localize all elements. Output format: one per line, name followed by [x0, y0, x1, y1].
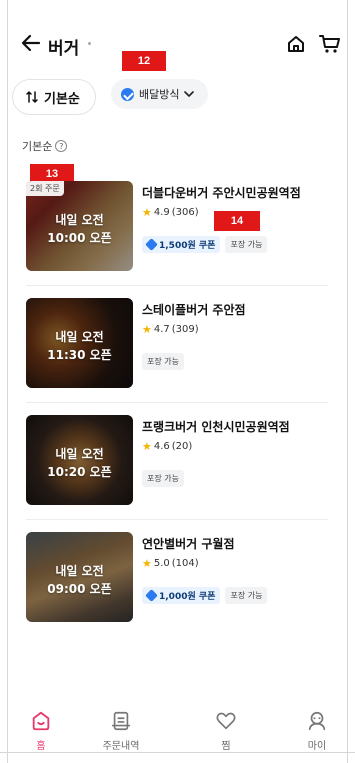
open-day: 내일 오전 [55, 564, 104, 578]
packaging-tag: 포장 가능 [142, 353, 184, 370]
store-tags: 포장 가능 [142, 470, 184, 487]
star-icon: ★ [142, 206, 152, 219]
coupon-tag: 1,500원 쿠폰 [142, 236, 221, 253]
rating-value: 4.7 [153, 324, 170, 335]
profile-icon [308, 711, 326, 731]
store-tags: 1,000원 쿠폰 포장 가능 [142, 587, 268, 604]
coupon-text: 1,000원 쿠폰 [159, 592, 216, 602]
store-thumbnail: 내일 오전 11:30 오픈 [26, 298, 133, 388]
delivery-check-icon [121, 87, 134, 101]
store-item[interactable]: 내일 오전 09:00 오픈 연안별버거 구월점 ★ 5.0 (104) 1,0… [8, 521, 347, 631]
coupon-icon [145, 238, 158, 251]
home-tab-icon [32, 711, 50, 731]
store-thumbnail: 2회 주문 내일 오전 10:00 오픈 [26, 181, 133, 271]
title-cursor-mark [88, 42, 91, 45]
star-icon: ★ [142, 323, 152, 336]
store-rating: ★ 4.6 (20) [142, 440, 192, 453]
store-rating: ★ 5.0 (104) [142, 557, 199, 570]
store-thumbnail: 내일 오전 09:00 오픈 [26, 532, 133, 622]
nav-tab-wishlist[interactable]: 찜 [196, 700, 256, 752]
home-icon [288, 36, 304, 52]
review-count: (20) [171, 441, 193, 452]
open-time: 11:30 오픈 [47, 348, 112, 362]
open-time: 09:00 오픈 [47, 582, 112, 596]
sort-section-label: 기본순 ? [22, 138, 68, 154]
frame-right-border [347, 0, 348, 763]
nav-label: 주문내역 [102, 741, 140, 752]
help-icon[interactable]: ? [55, 140, 68, 152]
coupon-tag: 1,000원 쿠폰 [142, 587, 221, 604]
review-count: (309) [171, 324, 199, 335]
receipt-icon [111, 711, 131, 731]
chevron-down-icon [184, 91, 195, 97]
rating-value: 4.9 [153, 207, 170, 218]
page-title: 버거 [48, 39, 80, 59]
store-name: 더블다운버거 주안시민공원역점 [142, 186, 301, 200]
store-rating: ★ 4.7 (309) [142, 323, 199, 336]
list-divider [26, 402, 328, 403]
annotation-badge: 12 [122, 51, 166, 71]
list-divider [26, 285, 328, 286]
nav-tab-home[interactable]: 홈 [11, 700, 71, 752]
review-count: (306) [171, 207, 199, 218]
store-tags: 1,500원 쿠폰 포장 가능 [142, 236, 268, 253]
coupon-icon [145, 589, 158, 602]
app-header: 버거 [8, 26, 347, 62]
cart-icon [319, 35, 340, 53]
packaging-tag: 포장 가능 [225, 236, 268, 253]
delivery-chip-label: 배달방식 [139, 88, 180, 101]
packaging-tag: 포장 가능 [142, 470, 184, 487]
arrow-left-icon [21, 34, 41, 52]
rating-value: 5.0 [153, 558, 170, 569]
nav-label: 홈 [36, 741, 46, 752]
open-day: 내일 오전 [55, 213, 104, 227]
sort-arrows-icon [26, 91, 38, 103]
order-count-tag: 2회 주문 [26, 181, 64, 196]
store-item[interactable]: 내일 오전 11:30 오픈 스테이플버거 주안점 ★ 4.7 (309) 포장… [8, 287, 347, 397]
store-name: 스테이플버거 주안점 [142, 303, 246, 317]
open-time: 10:20 오픈 [47, 465, 112, 479]
nav-label: 찜 [221, 741, 231, 752]
store-name: 연안별버거 구월점 [142, 537, 235, 551]
open-time-text: 내일 오전 09:00 오픈 [26, 562, 133, 598]
open-day: 내일 오전 [55, 447, 104, 461]
store-name: 프랭크버거 인천시민공원역점 [142, 420, 290, 434]
frame-bottom-border [0, 752, 355, 753]
sort-label-text: 기본순 [22, 140, 53, 153]
delivery-method-chip[interactable]: 배달방식 [111, 79, 208, 109]
coupon-text: 1,500원 쿠폰 [159, 241, 216, 251]
star-icon: ★ [142, 557, 152, 570]
open-day: 내일 오전 [55, 330, 104, 344]
store-thumbnail: 내일 오전 10:20 오픈 [26, 415, 133, 505]
list-divider [26, 519, 328, 520]
sort-filter-chip[interactable]: 기본순 [12, 79, 96, 115]
open-time-text: 내일 오전 10:00 오픈 [26, 211, 133, 247]
bottom-nav: 홈 주문내역 찜 마이 [8, 700, 347, 752]
nav-tab-my[interactable]: 마이 [287, 700, 347, 752]
store-item[interactable]: 2회 주문 내일 오전 10:00 오픈 더블다운버거 주안시민공원역점 ★ 4… [8, 170, 347, 280]
heart-icon [216, 712, 236, 730]
sort-chip-label: 기본순 [44, 91, 80, 107]
nav-tab-orders[interactable]: 주문내역 [91, 700, 151, 752]
store-rating: ★ 4.9 (306) [142, 206, 199, 219]
open-time: 10:00 오픈 [47, 231, 112, 245]
packaging-tag: 포장 가능 [225, 587, 268, 604]
open-time-text: 내일 오전 10:20 오픈 [26, 445, 133, 481]
nav-label: 마이 [307, 741, 327, 752]
home-button[interactable] [286, 34, 306, 54]
review-count: (104) [171, 558, 199, 569]
store-item[interactable]: 내일 오전 10:20 오픈 프랭크버거 인천시민공원역점 ★ 4.6 (20)… [8, 404, 347, 514]
cart-button[interactable] [319, 34, 341, 54]
star-icon: ★ [142, 440, 152, 453]
store-tags: 포장 가능 [142, 353, 184, 370]
back-button[interactable] [20, 32, 42, 54]
open-time-text: 내일 오전 11:30 오픈 [26, 328, 133, 364]
rating-value: 4.6 [153, 441, 170, 452]
